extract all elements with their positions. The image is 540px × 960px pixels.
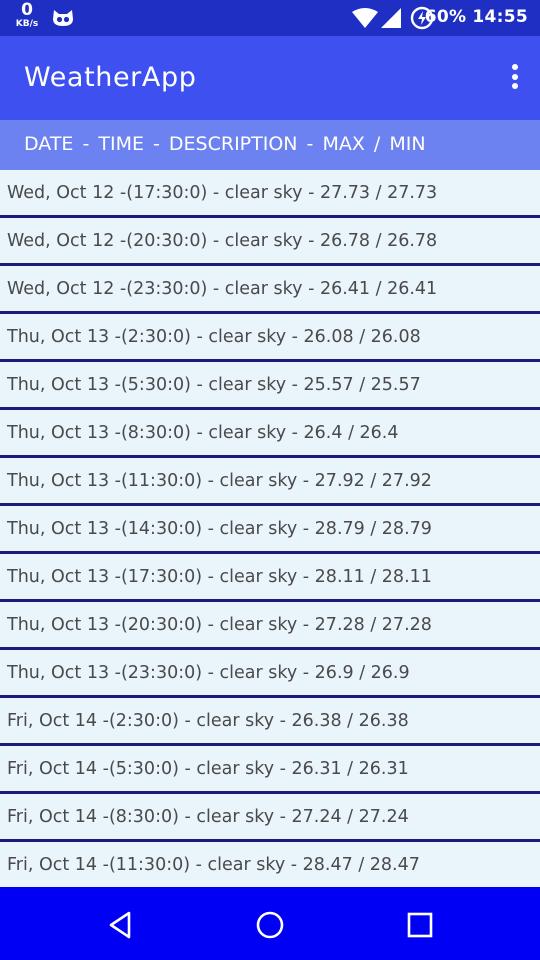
battery-percent: 60% bbox=[424, 7, 467, 27]
list-item[interactable]: Thu, Oct 13 -(14:30:0) - clear sky - 28.… bbox=[0, 506, 540, 554]
home-icon bbox=[256, 911, 284, 939]
recents-button[interactable] bbox=[400, 905, 440, 945]
network-speed: 0 KB/s bbox=[12, 2, 42, 29]
status-time: 14:55 bbox=[472, 7, 528, 27]
list-item[interactable]: Thu, Oct 13 -(11:30:0) - clear sky - 27.… bbox=[0, 458, 540, 506]
list-item[interactable]: Fri, Oct 14 -(8:30:0) - clear sky - 27.2… bbox=[0, 794, 540, 842]
list-header: DATE - TIME - DESCRIPTION - MAX / MIN bbox=[0, 120, 540, 170]
status-right-text: 60% 14:55 bbox=[419, 7, 528, 27]
cat-icon bbox=[53, 10, 73, 26]
network-speed-value: 0 bbox=[21, 0, 33, 20]
list-item[interactable]: Thu, Oct 13 -(2:30:0) - clear sky - 26.0… bbox=[0, 314, 540, 362]
list-item[interactable]: Thu, Oct 13 -(5:30:0) - clear sky - 25.5… bbox=[0, 362, 540, 410]
navigation-bar bbox=[0, 887, 540, 960]
app-bar: WeatherApp bbox=[0, 36, 540, 120]
list-item[interactable]: Wed, Oct 12 -(23:30:0) - clear sky - 26.… bbox=[0, 266, 540, 314]
list-item[interactable]: Wed, Oct 12 -(17:30:0) - clear sky - 27.… bbox=[0, 170, 540, 218]
status-bar: 0 KB/s 60% 14:55 bbox=[0, 0, 540, 36]
forecast-list[interactable]: Wed, Oct 12 -(17:30:0) - clear sky - 27.… bbox=[0, 170, 540, 887]
list-item[interactable]: Thu, Oct 13 -(17:30:0) - clear sky - 28.… bbox=[0, 554, 540, 602]
app-title: WeatherApp bbox=[24, 62, 197, 93]
home-button[interactable] bbox=[250, 905, 290, 945]
list-item[interactable]: Wed, Oct 12 -(20:30:0) - clear sky - 26.… bbox=[0, 218, 540, 266]
list-item[interactable]: Thu, Oct 13 -(20:30:0) - clear sky - 27.… bbox=[0, 602, 540, 650]
list-item[interactable]: Fri, Oct 14 -(2:30:0) - clear sky - 26.3… bbox=[0, 698, 540, 746]
list-item[interactable]: Fri, Oct 14 -(5:30:0) - clear sky - 26.3… bbox=[0, 746, 540, 794]
list-item[interactable]: Thu, Oct 13 -(23:30:0) - clear sky - 26.… bbox=[0, 650, 540, 698]
network-speed-unit: KB/s bbox=[15, 19, 39, 29]
back-icon bbox=[109, 911, 131, 939]
list-item[interactable]: Fri, Oct 14 -(11:30:0) - clear sky - 28.… bbox=[0, 842, 540, 887]
back-button[interactable] bbox=[100, 905, 140, 945]
recents-icon bbox=[407, 912, 433, 938]
signal-icon bbox=[381, 8, 401, 28]
wifi-icon bbox=[352, 8, 378, 28]
more-vert-icon[interactable] bbox=[508, 64, 522, 94]
list-item[interactable]: Thu, Oct 13 -(8:30:0) - clear sky - 26.4… bbox=[0, 410, 540, 458]
